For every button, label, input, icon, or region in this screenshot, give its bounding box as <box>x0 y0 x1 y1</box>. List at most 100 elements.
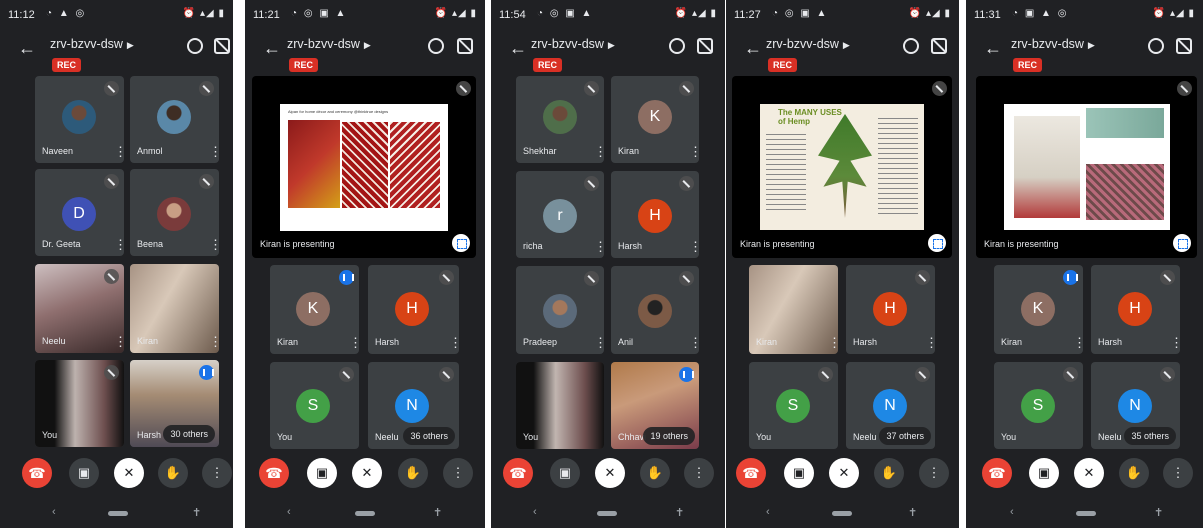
more-vert-icon[interactable] <box>828 338 832 348</box>
participant-tile[interactable]: S You <box>994 362 1083 449</box>
more-vert-icon[interactable] <box>594 242 598 252</box>
switch-camera-icon[interactable] <box>428 38 444 54</box>
raise-hand-button[interactable]: ✋ <box>640 458 670 488</box>
participant-tile[interactable]: K Kiran <box>994 265 1083 354</box>
camera-off-button[interactable]: ▣ <box>1029 458 1059 488</box>
participant-tile[interactable]: H Harsh <box>368 265 459 354</box>
accessibility-icon[interactable]: ✝ <box>192 506 201 519</box>
participant-tile[interactable]: Neelu <box>35 264 124 353</box>
presentation-tile[interactable]: The MANY USES of Hemp Kiran is presentin… <box>732 76 952 258</box>
nav-home-pill[interactable] <box>355 511 375 516</box>
participant-tile[interactable]: N Neelu 36 others <box>368 362 459 449</box>
raise-hand-button[interactable]: ✋ <box>874 458 904 488</box>
participant-tile[interactable]: N Neelu 35 others <box>1091 362 1180 449</box>
more-vert-icon[interactable] <box>349 338 353 348</box>
participant-tile[interactable]: N Neelu 37 others <box>846 362 935 449</box>
speaker-off-icon[interactable] <box>697 38 713 54</box>
mic-off-button[interactable]: ✕ <box>352 458 382 488</box>
participant-tile[interactable]: S You <box>749 362 838 449</box>
more-vert-icon[interactable] <box>689 338 693 348</box>
mic-off-button[interactable]: ✕ <box>1074 458 1104 488</box>
raise-hand-button[interactable]: ✋ <box>1119 458 1149 488</box>
more-vert-icon[interactable] <box>114 147 118 157</box>
switch-camera-icon[interactable] <box>187 38 203 54</box>
speaker-off-icon[interactable] <box>931 38 947 54</box>
others-count-chip[interactable]: 30 others <box>163 425 215 443</box>
back-arrow-icon[interactable]: ← <box>744 38 762 59</box>
more-vert-icon[interactable] <box>925 338 929 348</box>
participant-tile[interactable]: Chhavi 19 others <box>611 362 699 449</box>
participant-tile[interactable]: Anmol <box>130 76 219 163</box>
speaker-off-icon[interactable] <box>214 38 230 54</box>
more-vert-icon[interactable] <box>449 338 453 348</box>
switch-camera-icon[interactable] <box>1148 38 1164 54</box>
nav-home-pill[interactable] <box>597 511 617 516</box>
nav-home-pill[interactable] <box>832 511 852 516</box>
participant-tile[interactable]: Beena <box>130 169 219 256</box>
others-count-chip[interactable]: 35 others <box>1124 427 1176 445</box>
participant-tile[interactable]: Anil <box>611 266 699 354</box>
nav-back-icon[interactable]: ‹ <box>287 506 291 518</box>
more-options-button[interactable]: ⋮ <box>202 458 232 488</box>
camera-button[interactable]: ▣ <box>550 458 580 488</box>
more-options-button[interactable]: ⋮ <box>1163 458 1193 488</box>
nav-back-icon[interactable]: ‹ <box>766 506 770 518</box>
speaker-off-icon[interactable] <box>1176 38 1192 54</box>
raise-hand-button[interactable]: ✋ <box>158 458 188 488</box>
back-arrow-icon[interactable]: ← <box>18 38 36 59</box>
accessibility-icon[interactable]: ✝ <box>433 506 442 519</box>
participant-tile[interactable]: Pradeep <box>516 266 604 354</box>
participant-tile[interactable]: H Harsh <box>846 265 935 354</box>
more-vert-icon[interactable] <box>689 242 693 252</box>
more-options-button[interactable]: ⋮ <box>443 458 473 488</box>
presentation-tile[interactable]: Kiran is presenting <box>976 76 1197 258</box>
meeting-code[interactable]: zrv-bzvv-dsw ▶ <box>50 37 134 51</box>
participant-tile[interactable]: Naveen <box>35 76 124 163</box>
fullscreen-icon[interactable] <box>1173 234 1191 252</box>
meeting-code[interactable]: zrv-bzvv-dsw ▶ <box>1011 37 1095 51</box>
accessibility-icon[interactable]: ✝ <box>908 506 917 519</box>
participant-tile[interactable]: Kiran <box>749 265 838 354</box>
meeting-code[interactable]: zrv-bzvv-dsw ▶ <box>766 37 850 51</box>
more-vert-icon[interactable] <box>1170 338 1174 348</box>
more-vert-icon[interactable] <box>114 337 118 347</box>
end-call-button[interactable]: ☎ <box>982 458 1012 488</box>
camera-off-button[interactable]: ▣ <box>784 458 814 488</box>
back-arrow-icon[interactable]: ← <box>984 38 1002 59</box>
more-vert-icon[interactable] <box>209 240 213 250</box>
nav-back-icon[interactable]: ‹ <box>533 506 537 518</box>
end-call-button[interactable]: ☎ <box>22 458 52 488</box>
more-vert-icon[interactable] <box>209 147 213 157</box>
participant-tile[interactable]: Shekhar <box>516 76 604 163</box>
switch-camera-icon[interactable] <box>669 38 685 54</box>
end-call-button[interactable]: ☎ <box>259 458 289 488</box>
more-vert-icon[interactable] <box>594 147 598 157</box>
participant-tile[interactable]: You <box>35 360 124 447</box>
nav-home-pill[interactable] <box>108 511 128 516</box>
more-vert-icon[interactable] <box>594 338 598 348</box>
participant-tile[interactable]: K Kiran <box>270 265 359 354</box>
back-arrow-icon[interactable]: ← <box>263 38 281 59</box>
speaker-off-icon[interactable] <box>457 38 473 54</box>
participant-tile[interactable]: You <box>516 362 604 449</box>
meeting-code[interactable]: zrv-bzvv-dsw ▶ <box>531 37 615 51</box>
others-count-chip[interactable]: 36 others <box>403 427 455 445</box>
more-options-button[interactable]: ⋮ <box>684 458 714 488</box>
fullscreen-icon[interactable] <box>928 234 946 252</box>
camera-off-button[interactable]: ▣ <box>307 458 337 488</box>
more-options-button[interactable]: ⋮ <box>919 458 949 488</box>
nav-back-icon[interactable]: ‹ <box>52 506 56 518</box>
more-vert-icon[interactable] <box>689 147 693 157</box>
participant-tile[interactable]: Kiran <box>130 264 219 353</box>
others-count-chip[interactable]: 37 others <box>879 427 931 445</box>
nav-home-pill[interactable] <box>1076 511 1096 516</box>
more-vert-icon[interactable] <box>1073 338 1077 348</box>
accessibility-icon[interactable]: ✝ <box>675 506 684 519</box>
end-call-button[interactable]: ☎ <box>736 458 766 488</box>
mic-off-button[interactable]: ✕ <box>114 458 144 488</box>
more-vert-icon[interactable] <box>114 240 118 250</box>
more-vert-icon[interactable] <box>209 337 213 347</box>
others-count-chip[interactable]: 19 others <box>643 427 695 445</box>
participant-tile[interactable]: Harsh 30 others <box>130 360 219 447</box>
back-arrow-icon[interactable]: ← <box>509 38 527 59</box>
